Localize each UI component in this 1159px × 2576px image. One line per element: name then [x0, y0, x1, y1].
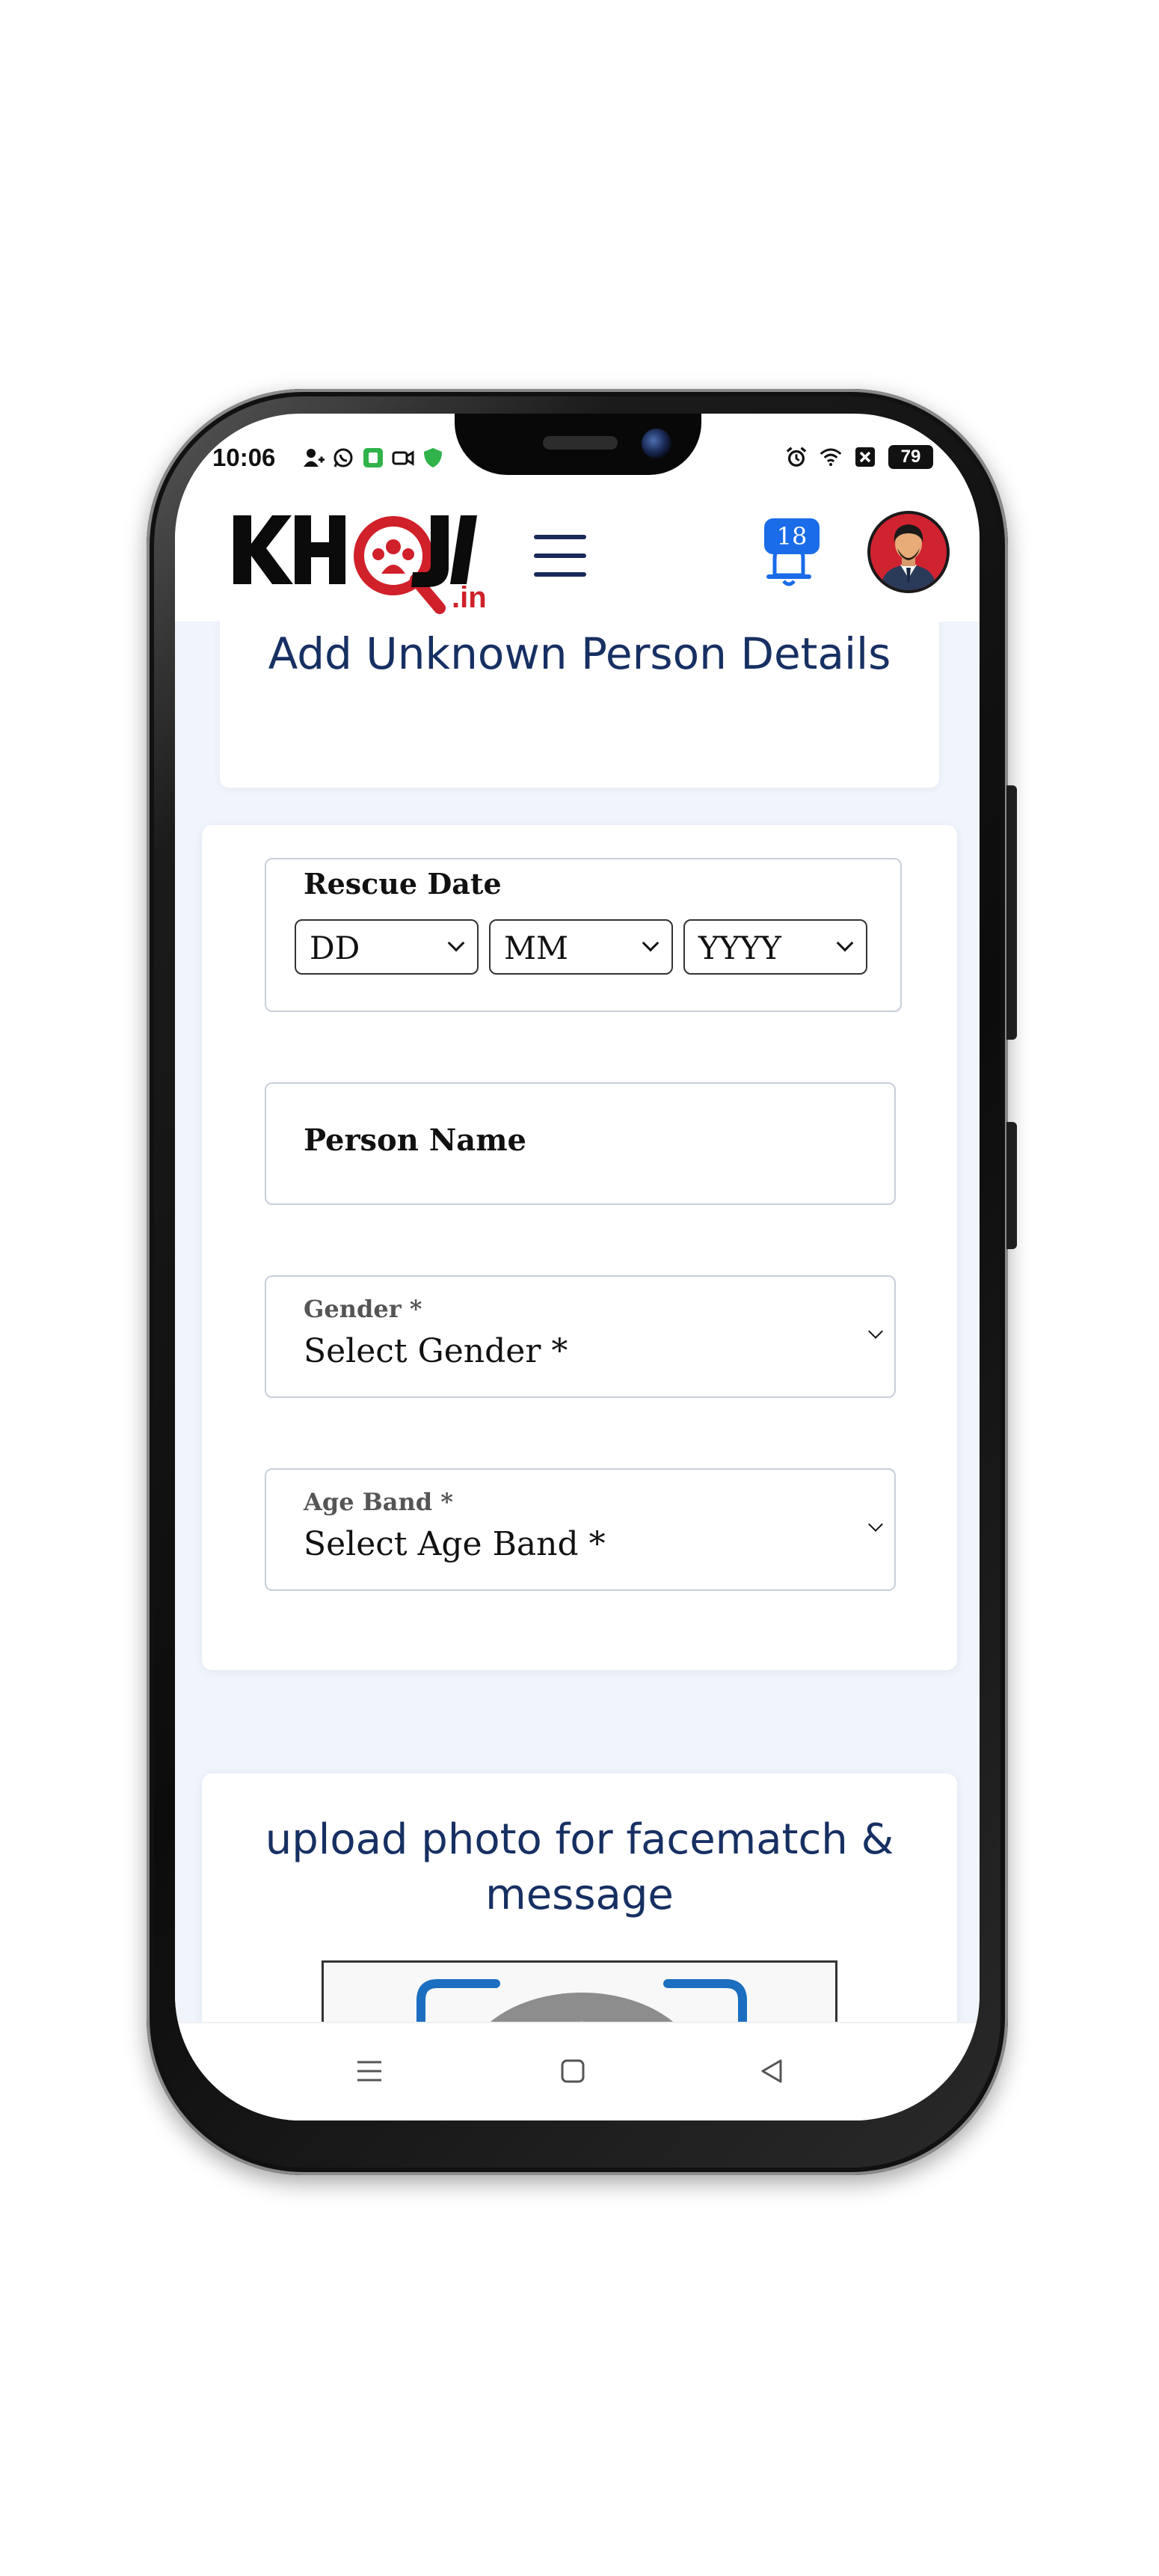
- shield-icon: [422, 447, 444, 469]
- chevron-down-icon: [447, 934, 465, 952]
- khoji-logo[interactable]: .in: [229, 503, 491, 616]
- back-icon: [761, 2059, 782, 2083]
- day-select-value: DD: [310, 930, 360, 966]
- status-bar: 10:06 79: [175, 414, 980, 488]
- recent-apps-button[interactable]: [347, 2049, 392, 2094]
- hamburger-line: [534, 553, 586, 558]
- person-name-label: Person Name: [304, 1123, 526, 1158]
- earpiece-speaker: [543, 436, 618, 450]
- rescue-year-select[interactable]: YYYY: [683, 919, 867, 975]
- hamburger-line: [534, 535, 586, 539]
- year-select-value: YYYY: [698, 930, 781, 966]
- person-name-input[interactable]: Person Name: [265, 1082, 896, 1205]
- user-avatar-icon: [881, 524, 936, 590]
- main-content: Add Unknown Person Details Rescue Date D…: [175, 622, 980, 2022]
- gender-label: Gender *: [304, 1295, 422, 1323]
- status-icons-right: 79: [785, 445, 933, 469]
- menu-icon: [357, 2061, 381, 2082]
- age-band-select-value: Select Age Band *: [304, 1525, 606, 1563]
- status-icons-left: [302, 447, 444, 469]
- app-notification-icon: [362, 447, 384, 469]
- status-time: 10:06: [212, 444, 276, 471]
- facematch-upload-area[interactable]: [322, 1960, 837, 2022]
- wifi-icon: [820, 446, 842, 468]
- age-band-select[interactable]: Age Band * Select Age Band *: [265, 1468, 896, 1591]
- whatsapp-icon: [332, 447, 354, 469]
- no-sim-icon: [854, 446, 876, 468]
- camera-notch: [455, 414, 701, 475]
- upload-title: upload photo for facematch & message: [265, 1815, 894, 1919]
- gender-select-value: Select Gender *: [304, 1332, 568, 1370]
- title-card: Add Unknown Person Details: [220, 622, 939, 788]
- notification-count-badge: 18: [764, 518, 820, 554]
- phone-side-button-upper: [1006, 785, 1017, 1040]
- rescue-day-select[interactable]: DD: [295, 919, 479, 975]
- gender-select[interactable]: Gender * Select Gender *: [265, 1275, 896, 1398]
- system-nav-bar: [175, 2022, 980, 2120]
- page-title: Add Unknown Person Details: [268, 628, 891, 679]
- app-header: .in 18: [175, 488, 980, 622]
- video-icon: [392, 447, 414, 469]
- battery-icon: 79: [888, 445, 933, 469]
- rescue-date-fieldset: Rescue Date DD MM YYYY: [265, 858, 902, 1012]
- avatar[interactable]: [867, 511, 950, 593]
- phone-screen: 10:06 79 .in 18 Add Unknown Person Detai…: [175, 414, 980, 2120]
- front-camera: [642, 429, 671, 459]
- chevron-down-icon: [868, 1324, 883, 1339]
- home-button[interactable]: [550, 2049, 595, 2094]
- rescue-month-select[interactable]: MM: [489, 919, 673, 975]
- person-add-icon: [302, 447, 325, 469]
- chevron-down-icon: [642, 934, 660, 952]
- chevron-down-icon: [836, 934, 854, 952]
- alarm-icon: [785, 446, 808, 468]
- chevron-down-icon: [868, 1517, 883, 1532]
- face-scan-illustration: [416, 1979, 747, 2022]
- home-icon: [561, 2059, 585, 2083]
- notification-bell-button[interactable]: 18: [755, 518, 823, 593]
- age-band-label: Age Band *: [304, 1488, 453, 1516]
- logo-domain: .in: [452, 581, 487, 614]
- logo-wordmark: [233, 515, 477, 587]
- unknown-person-form: Rescue Date DD MM YYYY Person Name Gende…: [202, 825, 957, 1670]
- rescue-date-legend: Rescue Date: [304, 867, 502, 901]
- upload-photo-card: upload photo for facematch & message: [202, 1773, 957, 2022]
- back-button[interactable]: [749, 2049, 794, 2094]
- phone-side-button-lower: [1006, 1122, 1017, 1249]
- hamburger-menu-icon[interactable]: [534, 535, 586, 577]
- month-select-value: MM: [504, 930, 569, 966]
- hamburger-line: [534, 572, 586, 577]
